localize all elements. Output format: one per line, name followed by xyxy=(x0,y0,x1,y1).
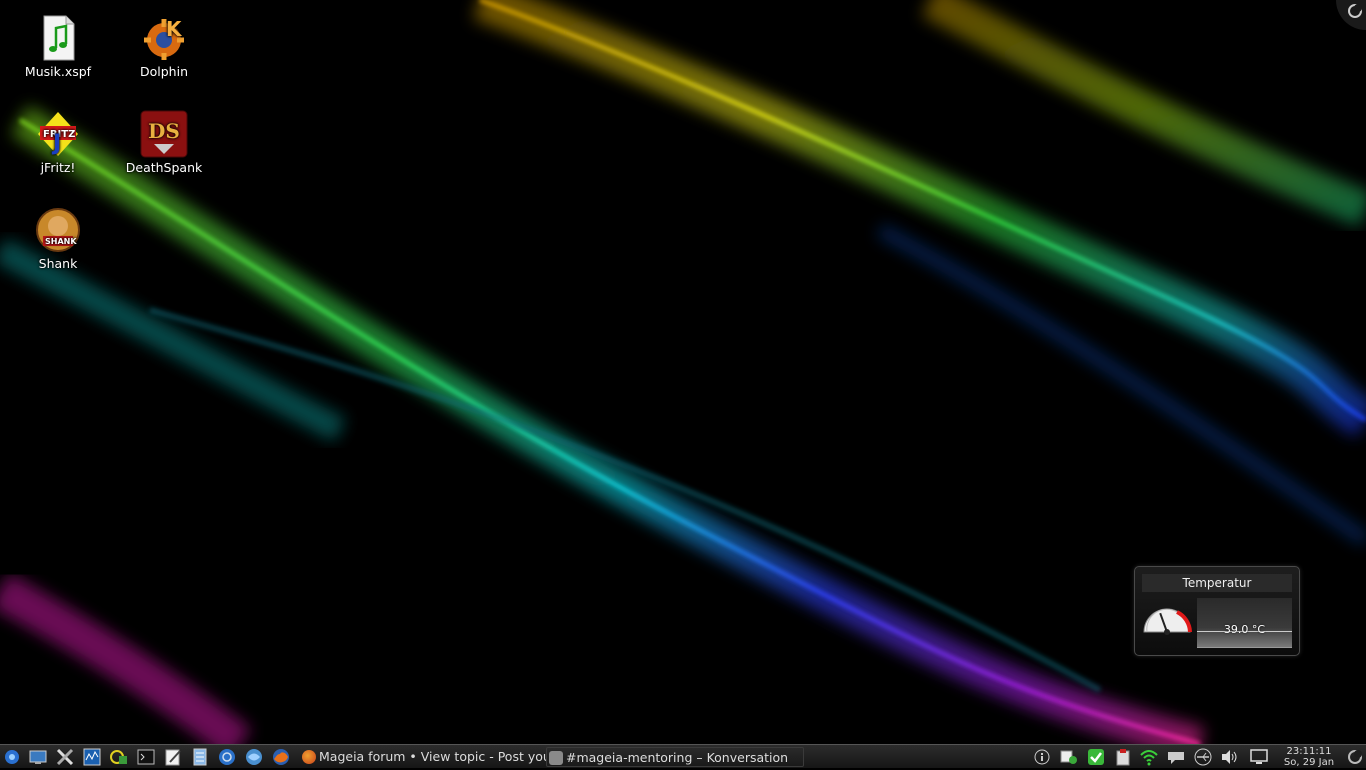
desktop: Musik.xspf K Dolphin FRITZ J jFritz! DS xyxy=(0,0,1366,744)
deathspank-icon: DS xyxy=(140,110,188,158)
browser-icon xyxy=(246,749,262,765)
jfritz-icon: FRITZ J xyxy=(38,112,78,156)
update-check-button[interactable] xyxy=(1087,748,1105,766)
temperature-value: 39.0 °C xyxy=(1223,623,1266,636)
kde-menu-icon xyxy=(5,750,19,764)
text-editor-button[interactable] xyxy=(163,748,183,766)
svg-text:K: K xyxy=(166,17,183,41)
system-settings-icon xyxy=(56,748,74,766)
desktop-icon-label: Musik.xspf xyxy=(24,64,92,79)
temperature-graph: 39.0 °C xyxy=(1197,598,1292,648)
browser-button[interactable] xyxy=(244,748,264,766)
wifi-icon xyxy=(1140,750,1158,766)
file-manager-button[interactable] xyxy=(190,748,210,766)
desktop-icon-dolphin[interactable]: K Dolphin xyxy=(119,14,209,79)
kde-menu-button[interactable] xyxy=(2,748,22,766)
task-label: Mageia forum • View topic - Post you xyxy=(319,749,546,764)
clock-time: 23:11:11 xyxy=(1286,746,1332,757)
desktop-toolbox-button[interactable] xyxy=(1336,0,1366,30)
dolphin-icon: K xyxy=(144,17,184,60)
desktop-icon-label: DeathSpank xyxy=(125,160,203,175)
clock[interactable]: 23:11:11 So, 29 Jan xyxy=(1278,745,1340,770)
wifi-button[interactable] xyxy=(1140,748,1158,766)
info-button[interactable] xyxy=(1033,748,1051,766)
taskbar: Mageia forum • View topic - Post you #ma… xyxy=(0,744,1366,768)
plasma-toolbox-icon xyxy=(1336,0,1366,30)
network-button[interactable] xyxy=(217,748,237,766)
task-konversation[interactable]: #mageia-mentoring – Konversation xyxy=(546,747,804,767)
info-icon xyxy=(1034,749,1050,765)
widget-title: Temperatur xyxy=(1142,574,1292,592)
notifications-icon xyxy=(1060,750,1077,764)
terminal-icon xyxy=(137,749,155,765)
music-playlist-icon xyxy=(43,15,75,61)
firefox-icon xyxy=(302,750,316,764)
desktop-icon-deathspank[interactable]: DS DeathSpank xyxy=(119,110,209,175)
desktop-icon-label: Dolphin xyxy=(140,64,188,79)
clipboard-icon xyxy=(1116,749,1130,766)
task-label: #mageia-mentoring – Konversation xyxy=(566,750,789,765)
chat-icon xyxy=(1168,752,1184,764)
desktop-icon-label: jFritz! xyxy=(40,160,76,175)
svg-text:DS: DS xyxy=(148,119,180,143)
display-icon xyxy=(1250,749,1268,764)
panel-toolbox-button[interactable] xyxy=(1346,748,1364,766)
desktop-icon xyxy=(29,750,47,764)
desktop-icon-shank[interactable]: SHANK Shank xyxy=(13,206,103,271)
firefox-icon xyxy=(273,749,289,765)
display-button[interactable] xyxy=(1250,748,1268,766)
volume-icon xyxy=(1222,750,1237,764)
firefox-button[interactable] xyxy=(271,748,291,766)
terminal-button[interactable] xyxy=(136,748,156,766)
temperature-gauge-icon xyxy=(1143,608,1192,635)
svg-text:SHANK: SHANK xyxy=(45,237,77,246)
system-settings-button[interactable] xyxy=(55,748,75,766)
show-desktop-button[interactable] xyxy=(28,748,48,766)
desktop-icon-jfritz[interactable]: FRITZ J jFritz! xyxy=(13,110,103,175)
shank-icon: SHANK xyxy=(36,208,80,252)
file-manager-icon xyxy=(193,748,207,766)
desktop-icon-label: Shank xyxy=(38,256,78,271)
panel-toolbox-icon xyxy=(1348,750,1362,764)
text-editor-icon xyxy=(165,749,181,766)
system-monitor-button[interactable] xyxy=(82,748,102,766)
clock-date: So, 29 Jan xyxy=(1283,757,1335,768)
package-manager-icon xyxy=(110,750,127,764)
task-firefox[interactable]: Mageia forum • View topic - Post you xyxy=(300,747,546,767)
system-monitor-icon xyxy=(83,748,101,766)
notifications-button[interactable] xyxy=(1060,748,1078,766)
volume-button[interactable] xyxy=(1221,748,1239,766)
usb-device-icon xyxy=(1194,748,1212,766)
update-check-icon xyxy=(1088,749,1104,765)
network-icon xyxy=(219,749,235,765)
desktop-icon-musik[interactable]: Musik.xspf xyxy=(13,14,103,79)
clipboard-button[interactable] xyxy=(1114,748,1132,766)
package-manager-button[interactable] xyxy=(109,748,129,766)
chat-button[interactable] xyxy=(1167,748,1185,766)
temperature-widget[interactable]: Temperatur 39.0 °C xyxy=(1134,566,1300,656)
svg-text:J: J xyxy=(51,131,61,156)
usb-device-button[interactable] xyxy=(1194,748,1212,766)
konversation-icon xyxy=(549,751,563,765)
